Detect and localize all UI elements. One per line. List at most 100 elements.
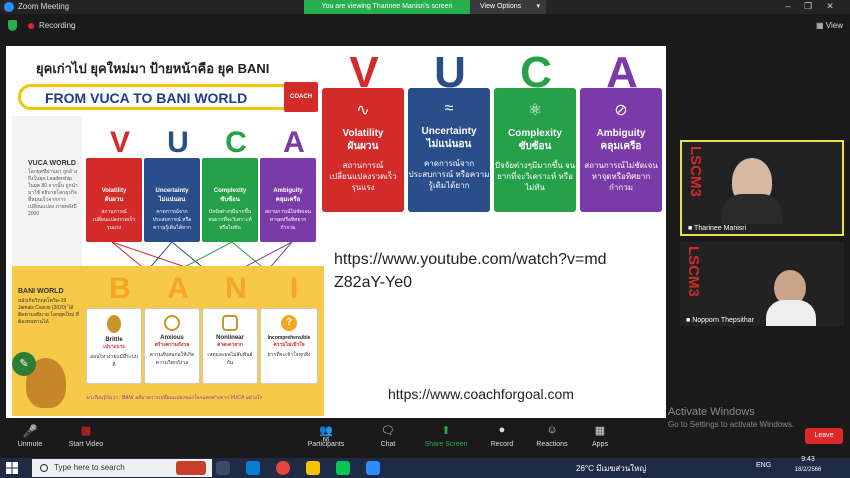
card-uncertainty: ≈ Uncertainty ไม่แน่นอน คาดการณ์จากประสบ… xyxy=(408,88,490,212)
reactions-label: Reactions xyxy=(536,441,568,448)
clock-time[interactable]: 9:43 xyxy=(790,456,826,463)
card-thai: ไม่แน่นอน xyxy=(426,139,472,150)
bani-card-thai: คาดเดายาก xyxy=(217,342,243,348)
bani-card-body: เหตุและผลไม่สัมพันธ์กัน xyxy=(207,352,253,366)
bani-card-nonlinear: Nonlinear คาดเดายาก เหตุและผลไม่สัมพันธ์… xyxy=(202,308,258,384)
bani-letter-a: A xyxy=(167,272,189,305)
zoom-app-icon[interactable] xyxy=(366,461,380,475)
restore-icon[interactable]: ❐ xyxy=(798,1,818,12)
chat-button[interactable]: 🗨 Chat xyxy=(358,424,418,448)
apps-button[interactable]: ▦ Apps xyxy=(570,424,630,448)
windows-start-icon[interactable] xyxy=(6,462,18,474)
atom-icon: ⚛ xyxy=(527,102,543,119)
view-options-label: View Options xyxy=(480,3,522,10)
question-icon: ? xyxy=(281,315,297,331)
view-options-button[interactable]: View Options ▾ xyxy=(470,0,546,14)
view-button[interactable]: ▦ View xyxy=(816,21,843,30)
app-title: Zoom Meeting xyxy=(18,2,70,11)
slide-footer-note: มาเรียนรู้กันว่า : BANI อธิบายการเปลี่ยน… xyxy=(86,395,262,401)
participant-tile[interactable]: LSCM3 ■ Nopporn Thepsithar xyxy=(680,242,844,326)
view-label: View xyxy=(825,21,843,30)
weather-widget[interactable]: 26°C มีเมฆส่วนใหญ่ xyxy=(576,462,646,475)
chevron-down-icon: ▾ xyxy=(536,3,540,10)
minimize-icon[interactable]: – xyxy=(778,1,798,11)
bani-card-thai: ความไม่เข้าใจ xyxy=(273,342,305,348)
annotate-pencil-button[interactable]: ✎ xyxy=(12,352,36,376)
chrome-browser-icon[interactable] xyxy=(276,461,290,475)
leave-button[interactable]: Leave xyxy=(805,428,843,444)
bani-card-anxious: Anxious สร้างความกังวล ความสับสนก่อให้เก… xyxy=(144,308,200,384)
smiley-icon: ☺ xyxy=(546,424,558,436)
coach-url[interactable]: https://www.coachforgoal.com xyxy=(388,386,574,402)
small-card-thai: ผันผวน xyxy=(104,197,124,203)
chat-icon: 🗨 xyxy=(381,425,395,437)
card-complexity: ⚛ Complexity ซับซ้อน ปัจจัยต่างๆมีมากขึ้… xyxy=(494,88,576,212)
shared-screen-slide: ยุคเก่าไป ยุคใหม่มา ป้ายหน้าคือ ยุค BANI… xyxy=(6,46,666,418)
search-icon xyxy=(40,464,48,472)
banner-text: FROM VUCA TO BANI WORLD xyxy=(45,90,248,106)
share-screen-button[interactable]: ⬆ Share Screen xyxy=(416,424,476,448)
shield-icon[interactable] xyxy=(8,20,17,31)
bani-card-incomprehensible: ? Incomprehensible ความไม่เข้าใจ ยากที่จ… xyxy=(260,308,318,384)
small-card-thai: คลุมเครือ xyxy=(275,197,301,203)
youtube-url[interactable]: https://www.youtube.com/watch?v=md Z82aY… xyxy=(334,248,607,294)
line-app-icon[interactable] xyxy=(336,461,350,475)
participant-name: ■ Nopporn Thepsithar xyxy=(686,317,754,324)
viewing-banner: You are viewing Tharinee Manisri's scree… xyxy=(304,0,470,14)
recording-label: Recording xyxy=(39,21,76,30)
participant-video-body xyxy=(766,300,816,326)
card-title: Volatility xyxy=(342,128,384,139)
small-card-complexity: Complexity ซับซ้อน ปัจจัยต่างๆมีมากขึ้น … xyxy=(202,158,258,242)
slide-header: ยุคเก่าไป ยุคใหม่มา ป้ายหน้าคือ ยุค BANI xyxy=(36,61,270,76)
small-card-thai: ซับซ้อน xyxy=(220,197,240,203)
card-body: สถานการณ์เปลี่ยนแปลงรวดเร็วรุนแรง xyxy=(329,161,397,193)
record-label: Record xyxy=(490,441,514,448)
clock-date[interactable]: 18/2/2566 xyxy=(788,467,828,473)
record-icon: ● xyxy=(498,424,506,436)
activate-windows-title: Activate Windows xyxy=(668,406,755,418)
bani-card-body: ยากที่จะเข้าใจทุกสิ่ง xyxy=(267,352,311,358)
card-volatility: ∿ Volatility ผันผวน สถานการณ์เปลี่ยนแปลง… xyxy=(322,88,404,212)
zoom-logo-icon xyxy=(4,2,14,12)
card-thai: คลุมเครือ xyxy=(600,141,642,152)
start-video-label: Start Video xyxy=(68,441,104,448)
grid-icon: ▦ xyxy=(816,21,826,30)
task-view-icon[interactable] xyxy=(216,461,230,475)
unmute-label: Unmute xyxy=(17,441,43,448)
squiggle-icon xyxy=(222,315,238,331)
vuca-to-bani-banner: FROM VUCA TO BANI WORLD xyxy=(18,84,298,110)
unmute-button[interactable]: 🎤 Unmute xyxy=(0,424,60,448)
taskbar-doodle-icon xyxy=(176,461,206,475)
vuca-letter-v-small: V xyxy=(109,126,130,159)
activate-windows-subtitle: Go to Settings to activate Windows. xyxy=(668,420,795,429)
share-screen-label: Share Screen xyxy=(424,441,468,448)
card-body: ปัจจัยต่างๆมีมากขึ้น จนยากที่จะวิเคราะห์… xyxy=(494,161,576,193)
participants-button[interactable]: 👥66 Participants xyxy=(296,424,356,448)
bani-card-body: ความสับสนก่อให้เกิดความวิตกกังวล xyxy=(149,352,195,366)
small-card-body: สถานการณ์เปลี่ยนแปลงรวดเร็วรุนแรง xyxy=(92,209,136,231)
coach-logo: COACH xyxy=(284,82,318,112)
card-title: Uncertainty xyxy=(421,126,477,137)
file-explorer-icon[interactable] xyxy=(306,461,320,475)
participants-label: Participants xyxy=(307,441,345,448)
bani-letter-i: I xyxy=(289,272,299,305)
close-icon[interactable]: ✕ xyxy=(820,1,840,12)
egg-icon xyxy=(107,315,121,333)
vuca-world-label: VUCA WORLD xyxy=(28,160,76,167)
card-body: คาดการณ์จากประสบการณ์ หรือความรู้เดิมได้… xyxy=(408,159,490,191)
eye-slash-icon: ⊘ xyxy=(614,102,628,119)
card-ambiguity: ⊘ Ambiguity คลุมเครือ สถานการณ์ไม่ชัดเจน… xyxy=(580,88,662,212)
recording-dot-icon xyxy=(28,23,34,29)
card-thai: ผันผวน xyxy=(347,141,379,152)
start-video-button[interactable]: ▩ Start Video xyxy=(56,424,116,448)
small-card-ambiguity: Ambiguity คลุมเครือ สถานการณ์ไม่ชัดเจน ห… xyxy=(260,158,316,242)
vuca-letter-c-small: C xyxy=(225,126,247,159)
participant-tile-active[interactable]: LSCM3 ■ Tharinee Manisri xyxy=(680,140,844,236)
edge-browser-icon[interactable] xyxy=(246,461,260,475)
participant-video-body xyxy=(722,194,782,224)
participant-bg-text: LSCM3 xyxy=(687,146,704,197)
youtube-url-line2: Z82aY-Ye0 xyxy=(334,274,412,292)
vuca-world-text: โลกยุคที่ผ่านมา ถูกอ้างถึงในยุค Leadersh… xyxy=(28,169,78,217)
language-indicator[interactable]: ENG xyxy=(756,462,771,469)
vuca-world-block: VUCA WORLD โลกยุคที่ผ่านมา ถูกอ้างถึงในย… xyxy=(12,116,82,266)
